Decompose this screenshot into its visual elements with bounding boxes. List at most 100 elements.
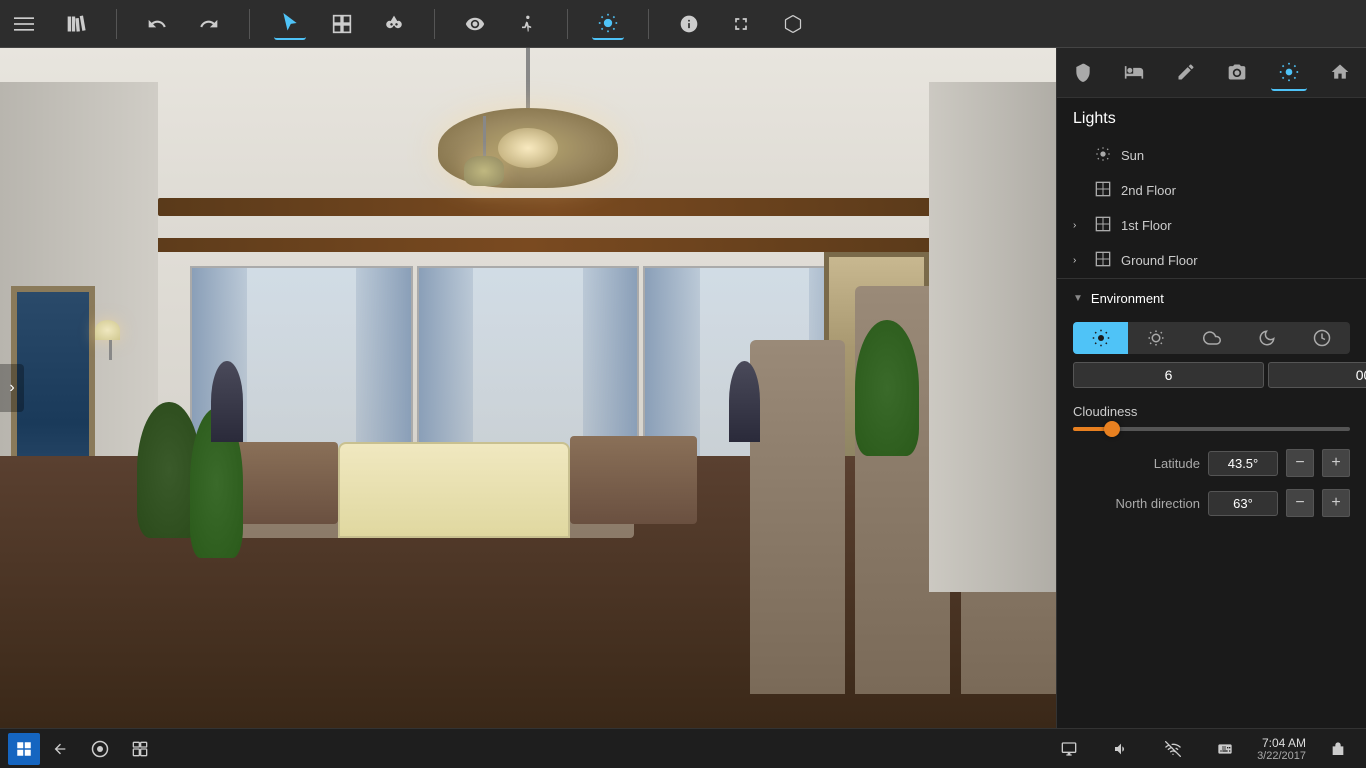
wall-lamp: [95, 320, 125, 360]
fullscreen-button[interactable]: [725, 8, 757, 40]
scene-background: [0, 48, 1056, 728]
toolbar-sep-4: [567, 9, 568, 39]
tod-clock-btn[interactable]: [1295, 322, 1350, 354]
keyboard-icon[interactable]: [1205, 733, 1245, 765]
ground-floor-label: Ground Floor: [1121, 253, 1350, 268]
date-display: 3/22/2017: [1257, 750, 1306, 762]
lights-tool-btn[interactable]: [1271, 55, 1307, 91]
right-wall: [929, 82, 1056, 592]
top-toolbar: [0, 0, 1366, 48]
ground-floor-light-icon: [1095, 251, 1111, 270]
exterior-tool-btn[interactable]: [1322, 55, 1358, 91]
floor-lamp-right: [729, 361, 761, 443]
hanging-lamp-2: [454, 116, 514, 186]
environment-section: ▼ Environment: [1057, 278, 1366, 523]
cloudiness-section: Cloudiness: [1057, 396, 1366, 443]
cloudiness-label: Cloudiness: [1073, 404, 1350, 419]
1st-floor-label: 1st Floor: [1121, 218, 1350, 233]
monitor-icon[interactable]: [1049, 733, 1089, 765]
viewport[interactable]: ›: [0, 48, 1056, 728]
expand-arrow-1st: ›: [1073, 220, 1085, 231]
furniture-tool-btn[interactable]: [1116, 55, 1152, 91]
select-tool-button[interactable]: [274, 8, 306, 40]
camera-tool-btn[interactable]: [1219, 55, 1255, 91]
toolbar-sep-1: [116, 9, 117, 39]
view-button[interactable]: [459, 8, 491, 40]
latitude-plus-btn[interactable]: +: [1322, 449, 1350, 477]
tod-day-btn[interactable]: [1128, 322, 1183, 354]
latitude-input[interactable]: [1208, 451, 1278, 476]
menu-button[interactable]: [8, 8, 40, 40]
back-button[interactable]: [40, 733, 80, 765]
environment-title: Environment: [1091, 291, 1164, 306]
redo-button[interactable]: [193, 8, 225, 40]
time-display: 7:04 AM: [1257, 736, 1306, 750]
library-button[interactable]: [60, 8, 92, 40]
right-panel: Lights Sun 2nd Floor ›: [1056, 48, 1366, 728]
nav-arrow-left[interactable]: ›: [0, 364, 24, 412]
tod-cloudy-btn[interactable]: [1184, 322, 1239, 354]
2nd-floor-label: 2nd Floor: [1121, 183, 1350, 198]
taskbar-right: 7:04 AM 3/22/2017: [1049, 733, 1358, 765]
toolbar-sep-3: [434, 9, 435, 39]
time-inputs: [1073, 362, 1350, 388]
taskbar-time-date: 7:04 AM 3/22/2017: [1257, 736, 1306, 762]
tod-dawn-btn[interactable]: [1073, 322, 1128, 354]
main-area: › Lights: [0, 48, 1366, 728]
chandelier-pole: [526, 48, 530, 108]
cloudiness-thumb[interactable]: [1104, 421, 1120, 437]
tod-night-btn[interactable]: [1239, 322, 1294, 354]
latitude-minus-btn[interactable]: −: [1286, 449, 1314, 477]
paint-tool-btn[interactable]: [1168, 55, 1204, 91]
build-tool-btn[interactable]: [1065, 55, 1101, 91]
lamp-shade: [95, 320, 120, 340]
north-plus-btn[interactable]: +: [1322, 489, 1350, 517]
ceiling-beam-2: [106, 238, 951, 252]
time-of-day-buttons: [1073, 322, 1350, 354]
lights-section-title: Lights: [1057, 98, 1366, 138]
cut-button[interactable]: [378, 8, 410, 40]
light-item-2nd-floor[interactable]: 2nd Floor: [1057, 173, 1366, 208]
environment-header[interactable]: ▼ Environment: [1057, 279, 1366, 318]
chair-2: [570, 436, 697, 524]
light-item-1st-floor[interactable]: › 1st Floor: [1057, 208, 1366, 243]
taskbar: 7:04 AM 3/22/2017: [0, 728, 1366, 768]
toolbar-sep-5: [648, 9, 649, 39]
info-button[interactable]: [673, 8, 705, 40]
plant-right: [855, 320, 918, 456]
time-minute-input[interactable]: [1268, 362, 1366, 388]
notifications-icon[interactable]: [1318, 733, 1358, 765]
panel-content: Lights Sun 2nd Floor ›: [1057, 98, 1366, 728]
undo-button[interactable]: [141, 8, 173, 40]
1st-floor-light-icon: [1095, 216, 1111, 235]
latitude-label: Latitude: [1073, 456, 1200, 471]
sun-light-icon: [1095, 146, 1111, 165]
north-minus-btn[interactable]: −: [1286, 489, 1314, 517]
toolbar-sep-2: [249, 9, 250, 39]
light-item-sun[interactable]: Sun: [1057, 138, 1366, 173]
ceiling-beam-1: [158, 198, 951, 216]
expand-arrow-ground: ›: [1073, 255, 1085, 266]
light-item-ground-floor[interactable]: › Ground Floor: [1057, 243, 1366, 278]
cloudiness-slider[interactable]: [1073, 427, 1350, 431]
cortana-button[interactable]: [80, 733, 120, 765]
walk-button[interactable]: [511, 8, 543, 40]
sofa: [338, 442, 570, 537]
right-panel-toolbar: [1057, 48, 1366, 98]
cube-button[interactable]: [777, 8, 809, 40]
layout-button[interactable]: [326, 8, 358, 40]
north-direction-row: North direction − +: [1057, 483, 1366, 523]
collapse-icon: ▼: [1073, 293, 1083, 304]
floor-lamp-left: [211, 361, 243, 443]
start-button[interactable]: [8, 733, 40, 765]
2nd-floor-light-icon: [1095, 181, 1111, 200]
latitude-row: Latitude − +: [1057, 443, 1366, 483]
network-icon[interactable]: [1153, 733, 1193, 765]
north-direction-label: North direction: [1073, 496, 1200, 511]
time-hour-input[interactable]: [1073, 362, 1264, 388]
lamp-arm: [109, 340, 112, 360]
sun-button[interactable]: [592, 8, 624, 40]
task-view-button[interactable]: [120, 733, 160, 765]
north-direction-input[interactable]: [1208, 491, 1278, 516]
volume-icon[interactable]: [1101, 733, 1141, 765]
